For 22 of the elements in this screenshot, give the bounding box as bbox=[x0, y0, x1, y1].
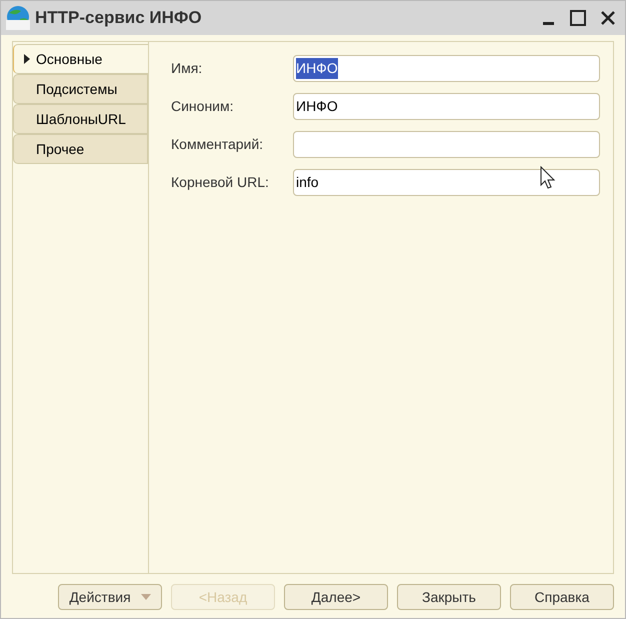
field-label: Имя: bbox=[171, 59, 204, 78]
text-field[interactable] bbox=[293, 131, 600, 158]
globe-icon bbox=[5, 5, 31, 31]
close-icon[interactable] bbox=[599, 9, 617, 27]
window-title: HTTP-сервис ИНФО bbox=[35, 7, 202, 30]
text-field[interactable]: ИНФО bbox=[293, 93, 600, 120]
dialog-button[interactable]: Закрыть bbox=[397, 584, 501, 610]
tab[interactable]: Основные bbox=[13, 44, 148, 74]
field-label: Корневой URL: bbox=[171, 173, 270, 192]
dialog-button[interactable]: Далее> bbox=[284, 584, 388, 610]
mouse-pointer-icon bbox=[540, 166, 556, 190]
maximize-icon[interactable] bbox=[569, 9, 587, 27]
dialog-button[interactable]: Действия bbox=[58, 584, 162, 610]
tab[interactable]: ШаблоныURL bbox=[13, 104, 148, 134]
tab[interactable]: Подсистемы bbox=[13, 74, 148, 104]
dialog-button[interactable]: Справка bbox=[510, 584, 614, 610]
field-label: Синоним: bbox=[171, 97, 235, 116]
text-field[interactable]: info bbox=[293, 169, 600, 196]
tab[interactable]: Прочее bbox=[13, 134, 148, 164]
caret-icon bbox=[140, 594, 151, 600]
field-label: Комментарий: bbox=[171, 135, 264, 154]
text-field[interactable]: ИНФО bbox=[293, 55, 600, 82]
